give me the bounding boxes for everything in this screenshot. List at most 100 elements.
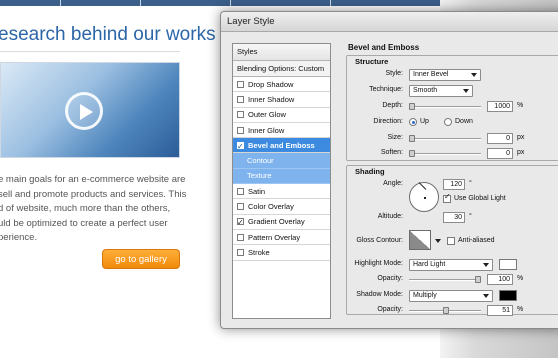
style-label: Style: <box>385 70 403 77</box>
direction-down-radio[interactable] <box>444 118 452 126</box>
highlight-opacity-unit: % <box>517 275 524 282</box>
style-checkbox[interactable] <box>237 111 244 119</box>
chevron-down-icon <box>471 73 477 77</box>
highlight-color-swatch[interactable] <box>499 259 517 270</box>
highlight-opacity-knob[interactable] <box>475 276 481 283</box>
style-select[interactable]: Inner Bevel <box>409 69 481 81</box>
shading-group: Shading Angle: 120 ° Use Global Light Al… <box>346 165 558 316</box>
highlight-opacity-label: Opacity: <box>377 275 403 282</box>
shadow-mode-label: Shadow Mode: <box>356 291 403 298</box>
style-checkbox[interactable] <box>237 233 244 241</box>
soften-input[interactable]: 0 <box>487 148 513 159</box>
body-line: sell and promote products and services. … <box>0 188 187 200</box>
soften-label: Soften: <box>380 149 403 156</box>
technique-label: Technique: <box>369 86 403 93</box>
use-global-light-label[interactable]: Use Global Light <box>454 195 506 202</box>
style-value: Inner Bevel <box>413 71 449 78</box>
style-item-label: Stroke <box>248 247 270 257</box>
anti-aliased-label[interactable]: Anti-aliased <box>458 237 495 244</box>
altitude-unit: ° <box>469 213 472 220</box>
depth-input[interactable]: 1000 <box>487 101 513 112</box>
blending-options-item[interactable]: Blending Options: Custom <box>233 61 330 77</box>
play-icon[interactable] <box>65 92 103 130</box>
body-line: d of website, much more than the others, <box>0 203 171 214</box>
direction-up-label[interactable]: Up <box>420 118 429 125</box>
style-item-stroke[interactable]: Stroke <box>233 245 330 261</box>
style-item-pattern-overlay[interactable]: Pattern Overlay <box>233 230 330 246</box>
use-global-light-checkbox[interactable] <box>443 192 451 203</box>
style-item-label: Texture <box>247 171 272 181</box>
depth-unit: % <box>517 102 524 109</box>
style-item-inner-shadow[interactable]: Inner Shadow <box>233 92 330 108</box>
go-to-gallery-button[interactable]: go to gallery <box>102 249 180 269</box>
style-item-drop-shadow[interactable]: Drop Shadow <box>233 77 330 93</box>
style-checkbox[interactable] <box>237 80 244 88</box>
size-input[interactable]: 0 <box>487 133 513 144</box>
style-item-label: Color Overlay <box>248 202 294 212</box>
depth-slider-knob[interactable] <box>409 103 415 110</box>
size-slider-knob[interactable] <box>409 135 415 142</box>
angle-label: Angle: <box>383 180 403 187</box>
structure-group: Structure Style: Inner Bevel Technique: … <box>346 55 558 161</box>
style-item-label: Gradient Overlay <box>248 217 305 227</box>
style-checkbox[interactable] <box>237 187 244 195</box>
style-item-satin[interactable]: Satin <box>233 184 330 200</box>
web-body-text: e main goals for an e-commerce website a… <box>0 173 187 246</box>
style-item-contour[interactable]: Contour <box>233 153 330 169</box>
style-item-label: Contour <box>247 156 274 166</box>
style-checkbox[interactable] <box>237 215 244 230</box>
technique-value: Smooth <box>413 87 438 94</box>
style-checkbox[interactable] <box>237 248 244 256</box>
dialog-title[interactable]: Layer Style <box>221 12 558 32</box>
highlight-opacity-slider[interactable] <box>409 276 481 283</box>
shadow-opacity-knob[interactable] <box>443 307 449 314</box>
highlight-mode-label: Highlight Mode: <box>354 260 403 267</box>
shading-title: Shading <box>355 167 385 176</box>
depth-slider[interactable] <box>409 103 481 110</box>
shadow-opacity-unit: % <box>517 306 524 313</box>
highlight-mode-select[interactable]: Hard Light <box>409 259 493 271</box>
shadow-mode-value: Multiply <box>413 292 437 299</box>
chevron-down-icon <box>483 294 489 298</box>
divider <box>0 51 180 52</box>
shadow-opacity-label: Opacity: <box>377 306 403 313</box>
styles-list: Styles Blending Options: Custom Drop Sha… <box>232 43 331 319</box>
style-checkbox[interactable] <box>237 139 244 154</box>
style-checkbox[interactable] <box>237 203 244 211</box>
style-item-color-overlay[interactable]: Color Overlay <box>233 199 330 215</box>
video-thumbnail[interactable] <box>0 62 180 158</box>
shadow-opacity-slider[interactable] <box>409 307 481 314</box>
size-slider[interactable] <box>409 135 481 142</box>
style-item-bevel-and-emboss[interactable]: Bevel and Emboss <box>233 138 330 154</box>
angle-unit: ° <box>469 180 472 187</box>
technique-select[interactable]: Smooth <box>409 85 473 97</box>
body-line: uld be optimized to create a perfect use… <box>0 217 168 229</box>
direction-down-label[interactable]: Down <box>455 118 473 125</box>
style-item-label: Drop Shadow <box>248 79 294 89</box>
style-item-label: Outer Glow <box>248 110 286 120</box>
styles-header[interactable]: Styles <box>233 44 330 61</box>
size-unit: px <box>517 134 525 141</box>
style-item-gradient-overlay[interactable]: Gradient Overlay <box>233 215 330 230</box>
shadow-color-swatch[interactable] <box>499 290 517 301</box>
shadow-opacity-input[interactable]: 51 <box>487 305 513 316</box>
direction-label: Direction: <box>373 118 403 125</box>
style-item-outer-glow[interactable]: Outer Glow <box>233 108 330 123</box>
angle-input[interactable]: 120 <box>443 179 465 190</box>
top-image-strip <box>0 0 440 6</box>
highlight-opacity-input[interactable]: 100 <box>487 274 513 285</box>
highlight-mode-value: Hard Light <box>413 261 446 268</box>
style-checkbox[interactable] <box>237 126 244 134</box>
style-item-texture[interactable]: Texture <box>233 168 330 185</box>
chevron-down-icon <box>483 263 489 267</box>
web-heading: esearch behind our works <box>0 24 216 45</box>
anti-aliased-checkbox[interactable] <box>447 237 455 245</box>
direction-up-radio[interactable] <box>409 118 417 126</box>
soften-slider[interactable] <box>409 150 481 157</box>
soften-slider-knob[interactable] <box>409 150 415 157</box>
style-item-inner-glow[interactable]: Inner Glow <box>233 123 330 139</box>
altitude-input[interactable]: 30 <box>443 212 465 223</box>
style-item-label: Inner Glow <box>248 125 285 135</box>
shadow-mode-select[interactable]: Multiply <box>409 290 493 302</box>
style-checkbox[interactable] <box>237 95 244 103</box>
